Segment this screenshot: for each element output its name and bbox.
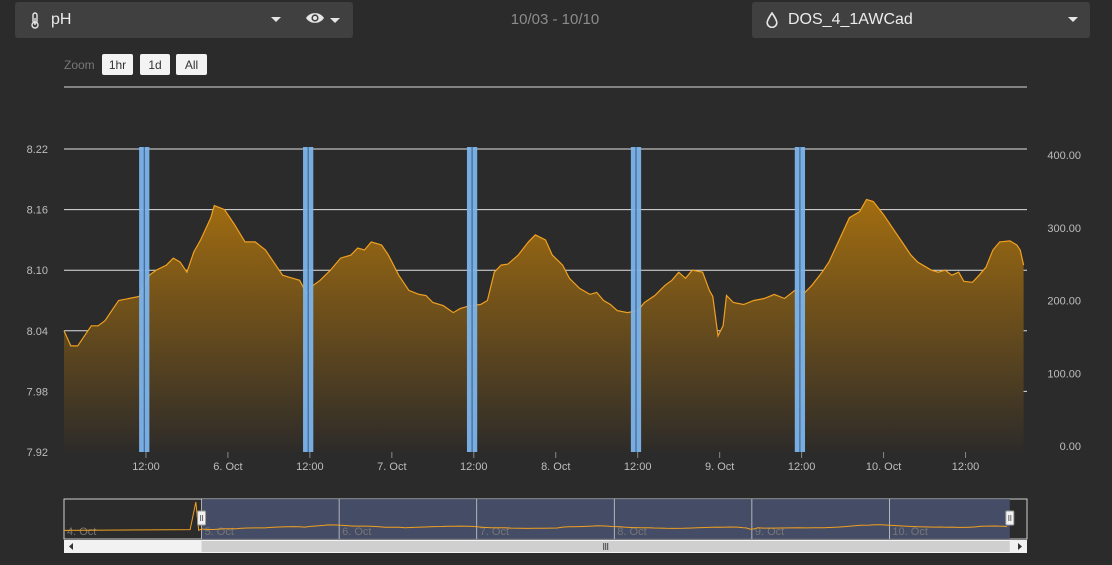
x-tick-label: 12:00 — [624, 461, 652, 473]
x-tick-label: 10. Oct — [866, 461, 901, 473]
y-right-tick-label: 0.00 — [1060, 441, 1081, 453]
navigator-label: 10. Oct — [892, 526, 927, 538]
x-tick-label: 12:00 — [296, 461, 324, 473]
y-left-tick-label: 7.92 — [27, 447, 48, 459]
navigator-handle[interactable] — [197, 510, 207, 526]
y-right-tick-label: 400.00 — [1047, 150, 1081, 162]
y-left-tick-label: 8.04 — [27, 326, 48, 338]
y-left-tick-label: 7.98 — [27, 386, 48, 398]
navigator-label: 6. Oct — [342, 526, 371, 538]
navigator-selection — [201, 499, 1010, 539]
x-tick-label: 6. Oct — [213, 461, 242, 473]
x-tick-label: 12:00 — [460, 461, 488, 473]
ph-chart: 8.22 8.16 8.10 8.04 7.98 7.92 400.00 300.00 200.… — [27, 86, 1081, 553]
y-right-tick-label: 200.00 — [1047, 296, 1081, 308]
navigator-handle-grip — [1005, 510, 1015, 526]
x-tick-label: 12:00 — [952, 461, 980, 473]
navigator-handle-grip — [197, 510, 207, 526]
y-left-tick-label: 8.16 — [27, 205, 48, 217]
navigator-label: 5. Oct — [205, 526, 234, 538]
x-tick-label: 12:00 — [788, 461, 816, 473]
series-area — [64, 199, 1024, 452]
y-right-tick-label: 100.00 — [1047, 368, 1081, 380]
y-left-tick-label: 8.10 — [27, 265, 48, 277]
navigator-label: 4. Oct — [67, 526, 96, 538]
y-left-tick-label: 8.22 — [27, 144, 48, 156]
x-tick-label: 9. Oct — [705, 461, 734, 473]
x-tick-label: 8. Oct — [541, 461, 570, 473]
y-right-tick-label: 300.00 — [1047, 223, 1081, 235]
x-tick-label: 7. Oct — [377, 461, 406, 473]
navigator-scrollbar[interactable] — [64, 540, 1027, 553]
navigator-handle[interactable] — [1005, 510, 1015, 526]
x-tick-label: 12:00 — [132, 461, 160, 473]
